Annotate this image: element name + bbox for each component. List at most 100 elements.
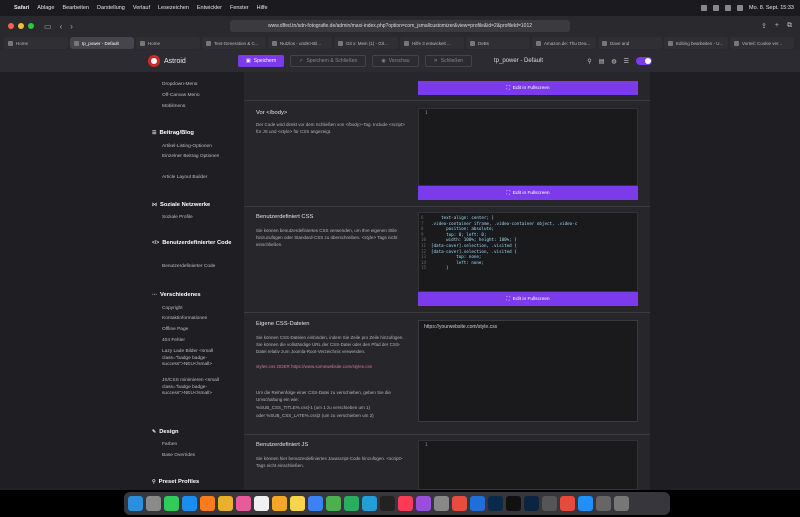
menu-app-name[interactable]: Safari: [14, 5, 29, 11]
menu-ablage[interactable]: Ablage: [37, 5, 54, 11]
sidebar-item-article-layout[interactable]: Article Layout Builder: [162, 175, 240, 182]
menu-entwickler[interactable]: Entwickler: [197, 5, 222, 11]
js-code-editor[interactable]: 1: [418, 440, 638, 490]
browser-tab[interactable]: Home: [4, 37, 68, 49]
wifi-icon[interactable]: [713, 5, 720, 11]
browser-tab[interactable]: DeBs: [466, 37, 530, 49]
dock-app-icon[interactable]: [596, 496, 611, 511]
dock-app-icon[interactable]: [164, 496, 179, 511]
dock-app-icon[interactable]: [434, 496, 449, 511]
rocket-icon[interactable]: ⚲: [587, 58, 591, 65]
code-text: left: none;: [431, 259, 484, 265]
menu-lesezeichen[interactable]: Lesezeichen: [158, 5, 189, 11]
dock-app-icon[interactable]: [614, 496, 629, 511]
new-tab-icon[interactable]: +: [775, 22, 779, 30]
dock-app-icon[interactable]: [524, 496, 539, 511]
back-icon[interactable]: ‹: [60, 22, 63, 31]
dock-app-icon[interactable]: [380, 496, 395, 511]
dock-app-icon[interactable]: [290, 496, 305, 511]
tab-overview-icon[interactable]: ⧉: [787, 22, 792, 30]
url-bar[interactable]: www.dlfed.tn/sdn-fotografie.de/admin/max…: [230, 20, 570, 32]
sidebar-toggle-icon[interactable]: ▭: [44, 22, 52, 31]
sidebar-section-design: ✎ Design: [152, 429, 242, 436]
browser-tab[interactable]: Dave and: [598, 37, 662, 49]
edit-fullscreen-button[interactable]: ⛶ Edit in Fullscreen: [418, 292, 638, 306]
status-icon[interactable]: [701, 5, 708, 11]
forward-icon[interactable]: ›: [70, 22, 73, 31]
dock-app-icon[interactable]: [128, 496, 143, 511]
tab-label: Editing bearbeiten - U...: [676, 40, 724, 46]
dock-app-icon[interactable]: [506, 496, 521, 511]
menu-bearbeiten[interactable]: Bearbeiten: [62, 5, 89, 11]
sidebar-item-base-overrides[interactable]: Base Overrides: [162, 453, 240, 460]
zoom-window-icon[interactable]: [28, 23, 34, 29]
preview-button[interactable]: ◉ Vorschau: [372, 55, 419, 67]
sidebar-item-offline[interactable]: Offline Page: [162, 327, 240, 334]
menu-icon[interactable]: ☰: [624, 58, 629, 65]
dock-app-icon[interactable]: [236, 496, 251, 511]
github-icon[interactable]: ◍: [611, 58, 616, 65]
menu-hilfe[interactable]: Hilfe: [257, 5, 268, 11]
dock-app-icon[interactable]: [398, 496, 413, 511]
code-text: top: none;: [431, 254, 482, 260]
sidebar-item-article-listing[interactable]: Artikel-Listing-Optionen: [162, 144, 240, 151]
dock-app-icon[interactable]: [218, 496, 233, 511]
dock-app-icon[interactable]: [542, 496, 557, 511]
book-icon[interactable]: ▤: [599, 58, 605, 65]
dock-app-icon[interactable]: [560, 496, 575, 511]
battery-icon[interactable]: [725, 5, 732, 11]
sidebar-item-mobile[interactable]: Mobilmenü: [162, 104, 240, 111]
browser-tab[interactable]: Amazon.de: Thu Dea...: [532, 37, 596, 49]
save-close-button[interactable]: ✓ Speichern & Schließen: [290, 55, 367, 67]
dock-app-icon[interactable]: [326, 496, 341, 511]
dock-app-icon[interactable]: [488, 496, 503, 511]
body-code-editor[interactable]: 1: [418, 108, 638, 186]
dark-mode-toggle[interactable]: [636, 57, 652, 65]
sidebar-item-offcanvas[interactable]: Off-Canvas Menü: [162, 93, 240, 100]
sidebar-item-contact[interactable]: Kontaktinformationen: [162, 316, 240, 323]
dock-app-icon[interactable]: [344, 496, 359, 511]
minimize-window-icon[interactable]: [18, 23, 24, 29]
sidebar-item-social-profiles[interactable]: Soziale Profile: [162, 215, 240, 222]
browser-tab[interactable]: Vorteil: Cookie ver...: [730, 37, 794, 49]
save-button[interactable]: ▣ Speichern: [238, 55, 285, 67]
sidebar-item-404[interactable]: 404 Fehler: [162, 338, 240, 345]
browser-tab[interactable]: Nutzlos - undKI-Bil...: [268, 37, 332, 49]
control-center-icon[interactable]: [737, 5, 744, 11]
menu-fenster[interactable]: Fenster: [230, 5, 249, 11]
dock-app-icon[interactable]: [452, 496, 467, 511]
menu-darstellung[interactable]: Darstellung: [97, 5, 125, 11]
sidebar-item-colors[interactable]: Farben: [162, 442, 240, 449]
dock-app-icon[interactable]: [470, 496, 485, 511]
sidebar-item-copyright[interactable]: Copyright: [162, 306, 240, 313]
share-icon[interactable]: ⇪: [761, 22, 767, 30]
close-window-icon[interactable]: [8, 23, 14, 29]
css-files-textarea[interactable]: https://yourwebsite.com/style.css: [418, 320, 638, 422]
edit-fullscreen-button[interactable]: ⛶ Edit in Fullscreen: [418, 186, 638, 200]
close-button[interactable]: ✕ Schließen: [424, 55, 472, 67]
browser-tab[interactable]: Text-Generation & C...: [202, 37, 266, 49]
menu-verlauf[interactable]: Verlauf: [133, 5, 150, 11]
sidebar-item-lazy-load[interactable]: Lazy Lade Bilder <small class="badge bad…: [162, 349, 240, 369]
dock-app-icon[interactable]: [362, 496, 377, 511]
browser-tab[interactable]: Git x: Mein (1) - Git...: [334, 37, 398, 49]
dock-app-icon[interactable]: [416, 496, 431, 511]
dock-app-icon[interactable]: [308, 496, 323, 511]
dock-app-icon[interactable]: [146, 496, 161, 511]
css-code-editor[interactable]: 6 text-align: center; } 7 .video-container…: [418, 212, 638, 292]
dock-app-icon[interactable]: [272, 496, 287, 511]
browser-tab[interactable]: Editing bearbeiten - U...: [664, 37, 728, 49]
sidebar-item-minify[interactable]: JS/CSS minimieren <small class="badge ba…: [162, 378, 240, 398]
dock-app-icon[interactable]: [254, 496, 269, 511]
sidebar-item-dropdown[interactable]: Dropdown-Menü: [162, 82, 240, 89]
browser-tab[interactable]: Hilfe 3 entwickelt ...: [400, 37, 464, 49]
dock-app-icon[interactable]: [182, 496, 197, 511]
sidebar-item-single-article[interactable]: Einzelner Beitrag Optionen: [162, 154, 240, 161]
menubar-clock[interactable]: Mo. 8. Sept. 15:33: [749, 5, 794, 11]
dock-app-icon[interactable]: [200, 496, 215, 511]
browser-tab[interactable]: tp_power - Default: [70, 37, 134, 49]
sidebar-item-custom-code[interactable]: Benutzerdefinierter Code: [162, 264, 240, 271]
dock-app-icon[interactable]: [578, 496, 593, 511]
browser-tab[interactable]: Home: [136, 37, 200, 49]
edit-fullscreen-button[interactable]: ⛶ Edit in Fullscreen: [418, 81, 638, 95]
